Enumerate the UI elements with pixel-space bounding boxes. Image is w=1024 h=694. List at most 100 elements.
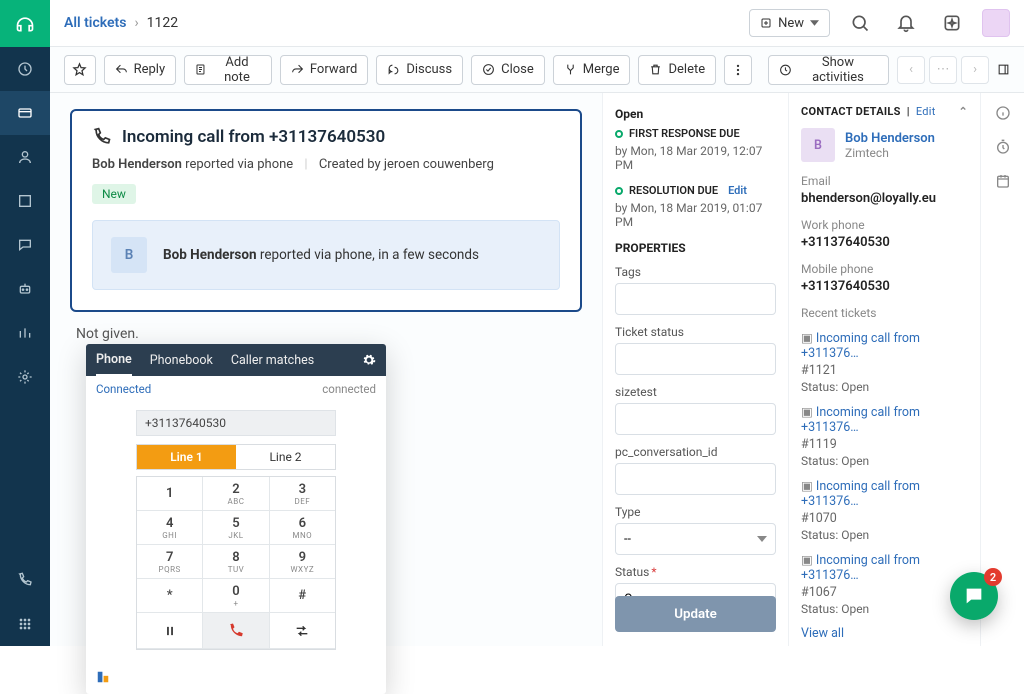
breadcrumb-id: 1122 [147,15,178,31]
nav-bot-icon[interactable] [0,267,50,311]
tags-label: Tags [615,265,776,279]
ticketstatus-input[interactable] [615,343,776,375]
close-button[interactable]: Close [471,55,545,85]
keypad-8[interactable]: 8TUV [203,545,269,579]
keypad-3[interactable]: 3DEF [270,477,335,511]
activity-note: B Bob Henderson reported via phone, in a… [92,220,560,290]
search-icon[interactable] [844,7,876,39]
recent-ticket-item[interactable]: ▣ Incoming call from +311376…#1070Status… [801,478,968,542]
tags-input[interactable] [615,283,776,315]
phone-number-display[interactable]: +31137640530 [136,410,336,436]
chevron-up-icon[interactable]: ⌃ [958,105,968,118]
new-button[interactable]: New [749,9,830,37]
phone-line2[interactable]: Line 2 [236,445,335,469]
contact-name[interactable]: Bob Henderson [845,131,935,146]
pager-mid[interactable]: ⋯ [929,56,957,84]
forward-button[interactable]: Forward [280,55,368,85]
delete-button[interactable]: Delete [638,55,716,85]
star-button[interactable] [64,55,96,85]
nav-rail [0,0,50,646]
phone-widget: Phone Phonebook Caller matches Connected… [86,344,386,694]
phone-line1[interactable]: Line 1 [137,445,236,469]
nav-dashboard-icon[interactable] [0,47,50,91]
sparkle-icon[interactable] [936,7,968,39]
expand-button[interactable] [997,63,1010,76]
nav-chat-icon[interactable] [0,223,50,267]
reply-button[interactable]: Reply [104,55,177,85]
properties-heading: PROPERTIES [615,241,776,255]
chat-fab[interactable]: 2 [950,572,998,620]
keypad-#[interactable]: # [270,579,335,613]
user-avatar[interactable] [982,9,1010,37]
type-select[interactable]: -- [615,523,776,555]
mobile-label: Mobile phone [801,262,968,276]
info-icon[interactable] [995,105,1011,121]
resolution-value: by Mon, 18 Mar 2019, 01:07 PM [615,201,776,229]
keypad-5[interactable]: 5JKL [203,511,269,545]
nav-contacts-icon[interactable] [0,135,50,179]
timer-icon[interactable] [995,139,1011,155]
show-activities-button[interactable]: Show activities [768,55,889,85]
nav-settings-icon[interactable] [0,355,50,399]
phone-hangup-button[interactable] [203,613,269,649]
keypad-*[interactable]: * [137,579,203,613]
more-button[interactable] [724,55,752,85]
keypad-4[interactable]: 4GHI [137,511,203,545]
resolution-edit[interactable]: Edit [728,184,747,197]
pager: ‹ ⋯ › [897,56,989,84]
phone-brand-icon [96,670,376,684]
pager-prev[interactable]: ‹ [897,56,925,84]
contact-company: Zimtech [845,146,935,160]
phone-tab-phonebook[interactable]: Phonebook [150,346,213,375]
keypad-1[interactable]: 1 [137,477,203,511]
contact-edit[interactable]: Edit [916,105,936,118]
type-label: Type [615,505,776,519]
pager-next[interactable]: › [961,56,989,84]
sizetest-label: sizetest [615,385,776,399]
bell-icon[interactable] [890,7,922,39]
recent-ticket-item[interactable]: ▣ Incoming call from +311376…#1119Status… [801,404,968,468]
add-note-button[interactable]: Add note [184,55,272,85]
status-badge: New [92,184,136,204]
nav-reports-icon[interactable] [0,311,50,355]
workphone-value: +31137640530 [801,235,968,250]
status-label: Status [615,565,776,579]
avatar: B [111,237,147,273]
properties-panel: Open FIRST RESPONSE DUE by Mon, 18 Mar 2… [602,93,788,646]
nav-tickets-icon[interactable] [0,91,50,135]
chat-badge: 2 [984,568,1002,586]
ticket-meta: Bob Henderson reported via phone | Creat… [92,157,560,172]
update-button[interactable]: Update [615,596,776,632]
keypad-7[interactable]: 7PQRS [137,545,203,579]
phone-tab-matches[interactable]: Caller matches [231,346,314,375]
merge-button[interactable]: Merge [553,55,631,85]
view-all-link[interactable]: View all [801,626,968,641]
gear-icon[interactable] [362,353,376,367]
nav-phone-icon[interactable] [0,558,50,602]
recent-ticket-item[interactable]: ▣ Incoming call from +311376…#1121Status… [801,330,968,394]
phone-status-right: connected [322,382,376,396]
phone-status-left: Connected [96,382,151,396]
breadcrumb-root[interactable]: All tickets [64,15,126,31]
chevron-right-icon: › [134,15,138,31]
keypad-9[interactable]: 9WXYZ [270,545,335,579]
mobile-value: +31137640530 [801,279,968,294]
sizetest-input[interactable] [615,403,776,435]
breadcrumb: All tickets › 1122 [64,15,178,31]
calendar-icon[interactable] [995,173,1011,189]
nav-solutions-icon[interactable] [0,179,50,223]
phone-transfer-button[interactable] [270,613,335,649]
phone-keypad: 12ABC3DEF 4GHI5JKL6MNO 7PQRS8TUV9WXYZ *0+# [136,476,336,650]
keypad-0[interactable]: 0+ [203,579,269,613]
keypad-2[interactable]: 2ABC [203,477,269,511]
keypad-6[interactable]: 6MNO [270,511,335,545]
phone-hold-button[interactable] [137,613,203,649]
recent-ticket-item[interactable]: ▣ Incoming call from +311376…#1067Status… [801,552,968,616]
phone-tab-phone[interactable]: Phone [96,345,132,376]
contact-panel: CONTACT DETAILS | Edit ⌃ B Bob Henderson… [788,93,980,646]
brand-logo[interactable] [0,0,50,47]
ticketstatus-label: Ticket status [615,325,776,339]
nav-apps-icon[interactable] [0,602,50,646]
pcconv-input[interactable] [615,463,776,495]
discuss-button[interactable]: Discuss [376,55,463,85]
